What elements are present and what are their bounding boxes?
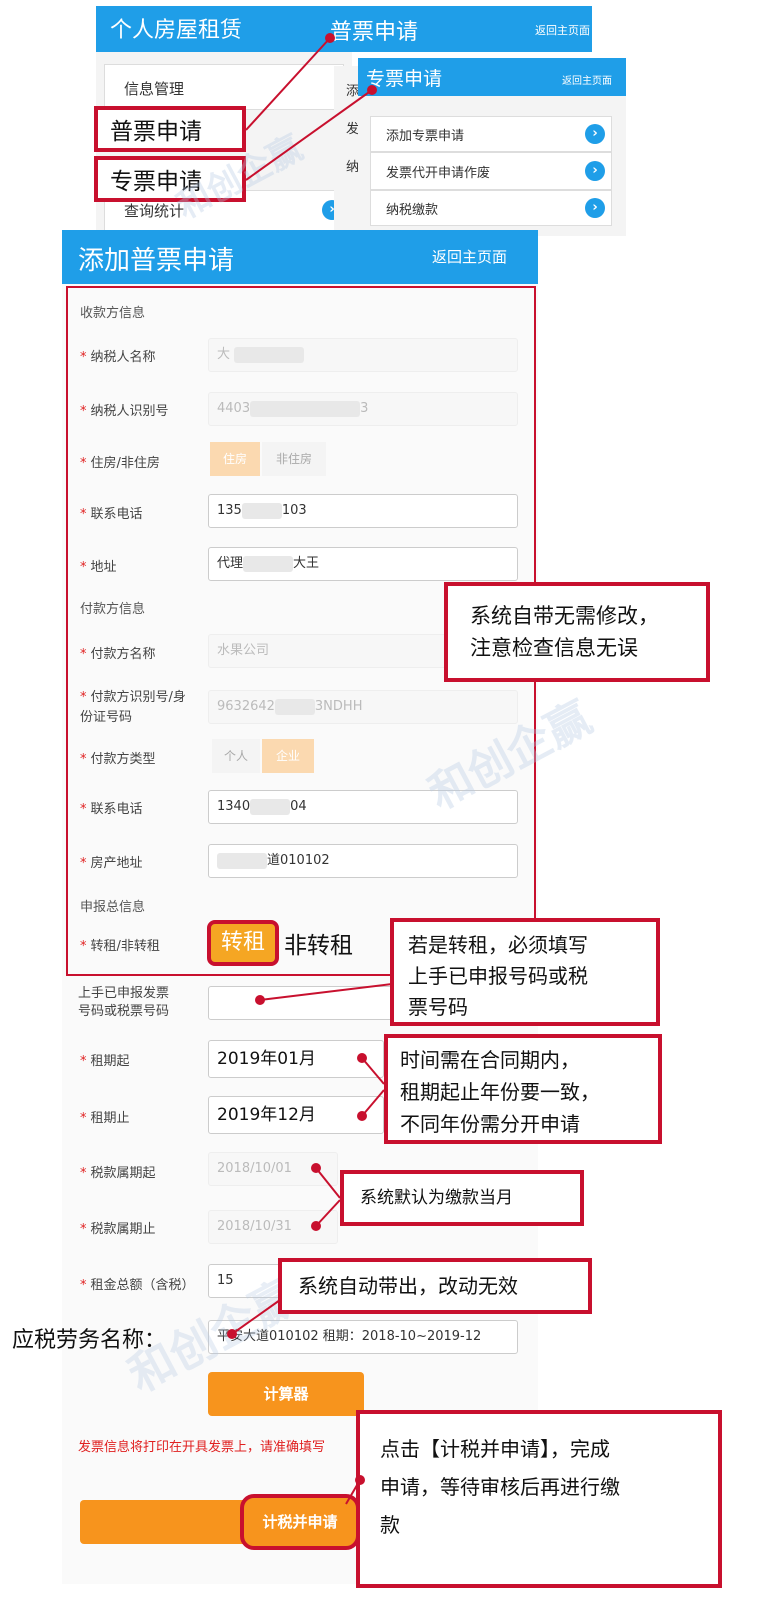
connector-lines (227, 33, 393, 1505)
